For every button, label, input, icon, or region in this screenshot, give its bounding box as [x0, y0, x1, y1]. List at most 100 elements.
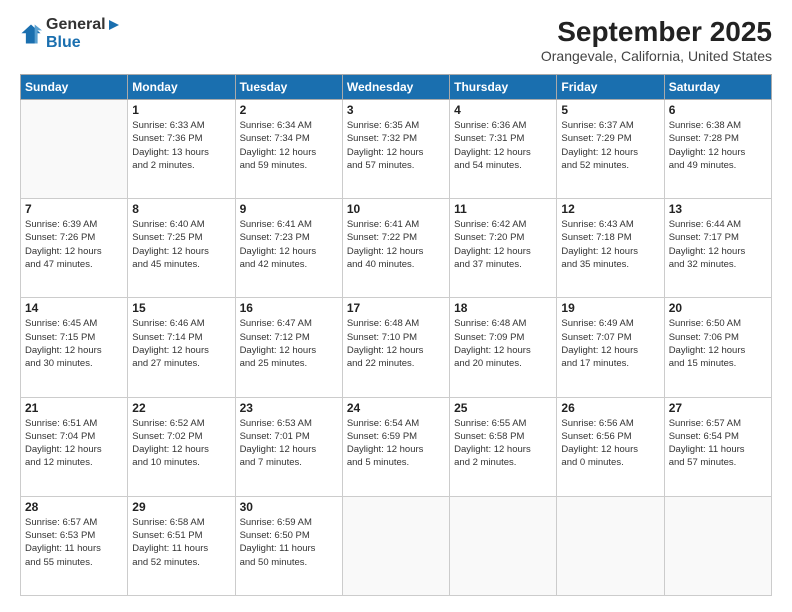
table-row: 17 Sunrise: 6:48 AM Sunset: 7:10 PM Dayli… [342, 298, 449, 397]
table-row [450, 496, 557, 595]
header: General Blue September 2025 Orangevale, … [20, 16, 772, 64]
table-row: 25 Sunrise: 6:55 AM Sunset: 6:58 PM Dayli… [450, 397, 557, 496]
day-number: 8 [132, 202, 230, 216]
day-number: 12 [561, 202, 659, 216]
subtitle: Orangevale, California, United States [541, 48, 772, 64]
day-info: Sunrise: 6:48 AM Sunset: 7:09 PM Dayligh… [454, 317, 552, 370]
table-row: 7 Sunrise: 6:39 AM Sunset: 7:26 PM Daylig… [21, 199, 128, 298]
table-row: 28 Sunrise: 6:57 AM Sunset: 6:53 PM Dayli… [21, 496, 128, 595]
table-row: 19Sunrise: 6:49 AM Sunset: 7:07 PM Dayli… [557, 298, 664, 397]
day-info: Sunrise: 6:57 AM Sunset: 6:53 PM Dayligh… [25, 516, 123, 569]
day-number: 18 [454, 301, 552, 315]
table-row: 6Sunrise: 6:38 AM Sunset: 7:28 PM Daylig… [664, 100, 771, 199]
day-info: Sunrise: 6:38 AM Sunset: 7:28 PM Dayligh… [669, 119, 767, 172]
day-number: 9 [240, 202, 338, 216]
day-info: Sunrise: 6:48 AM Sunset: 7:10 PM Dayligh… [347, 317, 445, 370]
logo-triangle-icon [107, 18, 121, 32]
table-row: 15 Sunrise: 6:46 AM Sunset: 7:14 PM Dayli… [128, 298, 235, 397]
day-number: 25 [454, 401, 552, 415]
day-info: Sunrise: 6:39 AM Sunset: 7:26 PM Dayligh… [25, 218, 123, 271]
day-info: Sunrise: 6:34 AM Sunset: 7:34 PM Dayligh… [240, 119, 338, 172]
logo-icon [20, 23, 42, 45]
header-tuesday: Tuesday [235, 75, 342, 100]
day-number: 15 [132, 301, 230, 315]
day-number: 29 [132, 500, 230, 514]
title-block: September 2025 Orangevale, California, U… [541, 16, 772, 64]
table-row: 24 Sunrise: 6:54 AM Sunset: 6:59 PM Dayli… [342, 397, 449, 496]
day-number: 16 [240, 301, 338, 315]
day-number: 13 [669, 202, 767, 216]
table-row [21, 100, 128, 199]
table-row: 8Sunrise: 6:40 AM Sunset: 7:25 PM Daylig… [128, 199, 235, 298]
day-info: Sunrise: 6:43 AM Sunset: 7:18 PM Dayligh… [561, 218, 659, 271]
table-row: 16 Sunrise: 6:47 AM Sunset: 7:12 PM Dayli… [235, 298, 342, 397]
day-info: Sunrise: 6:35 AM Sunset: 7:32 PM Dayligh… [347, 119, 445, 172]
calendar-table: Sunday Monday Tuesday Wednesday Thursday… [20, 74, 772, 596]
day-info: Sunrise: 6:44 AM Sunset: 7:17 PM Dayligh… [669, 218, 767, 271]
calendar-week-3: 14 Sunrise: 6:45 AM Sunset: 7:15 PM Dayli… [21, 298, 772, 397]
table-row: 23 Sunrise: 6:53 AM Sunset: 7:01 PM Dayli… [235, 397, 342, 496]
day-info: Sunrise: 6:41 AM Sunset: 7:23 PM Dayligh… [240, 218, 338, 271]
day-info: Sunrise: 6:57 AM Sunset: 6:54 PM Dayligh… [669, 417, 767, 470]
day-number: 23 [240, 401, 338, 415]
day-number: 2 [240, 103, 338, 117]
day-number: 17 [347, 301, 445, 315]
table-row: 2 Sunrise: 6:34 AM Sunset: 7:34 PM Daylig… [235, 100, 342, 199]
day-number: 21 [25, 401, 123, 415]
header-saturday: Saturday [664, 75, 771, 100]
table-row [557, 496, 664, 595]
calendar-page: General Blue September 2025 Orangevale, … [0, 0, 792, 612]
table-row: 18 Sunrise: 6:48 AM Sunset: 7:09 PM Dayli… [450, 298, 557, 397]
header-thursday: Thursday [450, 75, 557, 100]
day-number: 7 [25, 202, 123, 216]
table-row: 1 Sunrise: 6:33 AM Sunset: 7:36 PM Daylig… [128, 100, 235, 199]
calendar-week-5: 28 Sunrise: 6:57 AM Sunset: 6:53 PM Dayli… [21, 496, 772, 595]
logo-blue: Blue [46, 34, 81, 51]
table-row: 5Sunrise: 6:37 AM Sunset: 7:29 PM Daylig… [557, 100, 664, 199]
table-row: 30 Sunrise: 6:59 AM Sunset: 6:50 PM Dayli… [235, 496, 342, 595]
header-friday: Friday [557, 75, 664, 100]
table-row: 12 Sunrise: 6:43 AM Sunset: 7:18 PM Dayli… [557, 199, 664, 298]
table-row: 4Sunrise: 6:36 AM Sunset: 7:31 PM Daylig… [450, 100, 557, 199]
day-number: 28 [25, 500, 123, 514]
main-title: September 2025 [541, 16, 772, 48]
day-number: 14 [25, 301, 123, 315]
day-info: Sunrise: 6:52 AM Sunset: 7:02 PM Dayligh… [132, 417, 230, 470]
calendar-header-row: Sunday Monday Tuesday Wednesday Thursday… [21, 75, 772, 100]
day-info: Sunrise: 6:59 AM Sunset: 6:50 PM Dayligh… [240, 516, 338, 569]
day-info: Sunrise: 6:45 AM Sunset: 7:15 PM Dayligh… [25, 317, 123, 370]
day-info: Sunrise: 6:55 AM Sunset: 6:58 PM Dayligh… [454, 417, 552, 470]
day-info: Sunrise: 6:54 AM Sunset: 6:59 PM Dayligh… [347, 417, 445, 470]
logo-text: General Blue [46, 16, 121, 52]
header-sunday: Sunday [21, 75, 128, 100]
day-info: Sunrise: 6:50 AM Sunset: 7:06 PM Dayligh… [669, 317, 767, 370]
day-info: Sunrise: 6:46 AM Sunset: 7:14 PM Dayligh… [132, 317, 230, 370]
table-row [342, 496, 449, 595]
logo-general: General [46, 16, 106, 34]
day-number: 11 [454, 202, 552, 216]
table-row: 9 Sunrise: 6:41 AM Sunset: 7:23 PM Daylig… [235, 199, 342, 298]
table-row: 22Sunrise: 6:52 AM Sunset: 7:02 PM Dayli… [128, 397, 235, 496]
table-row: 11 Sunrise: 6:42 AM Sunset: 7:20 PM Dayli… [450, 199, 557, 298]
day-info: Sunrise: 6:41 AM Sunset: 7:22 PM Dayligh… [347, 218, 445, 271]
day-number: 20 [669, 301, 767, 315]
table-row: 27Sunrise: 6:57 AM Sunset: 6:54 PM Dayli… [664, 397, 771, 496]
table-row [664, 496, 771, 595]
day-info: Sunrise: 6:51 AM Sunset: 7:04 PM Dayligh… [25, 417, 123, 470]
day-number: 30 [240, 500, 338, 514]
table-row: 14 Sunrise: 6:45 AM Sunset: 7:15 PM Dayli… [21, 298, 128, 397]
day-info: Sunrise: 6:42 AM Sunset: 7:20 PM Dayligh… [454, 218, 552, 271]
table-row: 21 Sunrise: 6:51 AM Sunset: 7:04 PM Dayli… [21, 397, 128, 496]
table-row: 29Sunrise: 6:58 AM Sunset: 6:51 PM Dayli… [128, 496, 235, 595]
day-number: 5 [561, 103, 659, 117]
day-info: Sunrise: 6:33 AM Sunset: 7:36 PM Dayligh… [132, 119, 230, 172]
day-number: 1 [132, 103, 230, 117]
day-info: Sunrise: 6:53 AM Sunset: 7:01 PM Dayligh… [240, 417, 338, 470]
table-row: 13 Sunrise: 6:44 AM Sunset: 7:17 PM Dayli… [664, 199, 771, 298]
day-info: Sunrise: 6:36 AM Sunset: 7:31 PM Dayligh… [454, 119, 552, 172]
calendar-week-1: 1 Sunrise: 6:33 AM Sunset: 7:36 PM Daylig… [21, 100, 772, 199]
day-number: 24 [347, 401, 445, 415]
day-info: Sunrise: 6:47 AM Sunset: 7:12 PM Dayligh… [240, 317, 338, 370]
table-row: 3Sunrise: 6:35 AM Sunset: 7:32 PM Daylig… [342, 100, 449, 199]
logo: General Blue [20, 16, 121, 52]
